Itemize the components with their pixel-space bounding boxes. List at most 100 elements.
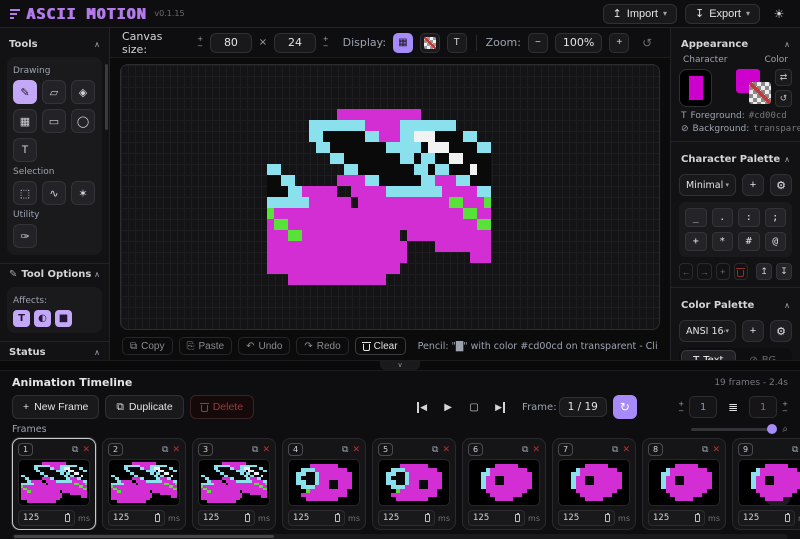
color-palette-select[interactable]: ANSI 16-Col ▾ xyxy=(679,320,736,342)
frame-card[interactable]: 7 ⧉ ✕ 125 ms xyxy=(552,438,636,530)
duplicate-frame-icon-button[interactable]: ⧉ xyxy=(612,444,618,455)
frame-card[interactable]: 3 ⧉ ✕ 125 ms xyxy=(192,438,276,530)
zoom-in-button[interactable]: + xyxy=(609,33,629,53)
duplicate-frame-icon-button[interactable]: ⧉ xyxy=(792,444,798,455)
palette-delete-char-button[interactable] xyxy=(734,263,748,280)
add-color-palette-button[interactable]: + xyxy=(742,320,764,342)
onion-next-stepper[interactable]: +− xyxy=(782,401,788,414)
color-palette-section-header[interactable]: Color Palette ∧ xyxy=(679,295,792,316)
character-preview[interactable] xyxy=(679,69,712,107)
delete-frame-icon-button[interactable]: ✕ xyxy=(262,444,270,455)
add-character-palette-button[interactable]: + xyxy=(742,174,764,196)
gradient-tool-button[interactable]: ▦ xyxy=(13,109,37,133)
affects-character-badge[interactable]: T xyxy=(13,310,30,327)
rectangle-tool-button[interactable]: ▭ xyxy=(42,109,66,133)
tools-section-header[interactable]: Tools ∧ xyxy=(7,34,102,55)
eraser-tool-button[interactable]: ▱ xyxy=(42,80,66,104)
character-button[interactable]: # xyxy=(738,232,760,251)
theme-toggle-button[interactable]: ☀ xyxy=(768,4,790,24)
frame-card[interactable]: 6 ⧉ ✕ 125 ms xyxy=(462,438,546,530)
duplicate-frame-button[interactable]: ⧉ Duplicate xyxy=(105,395,183,419)
canvas-width-input[interactable]: 80 xyxy=(210,33,252,53)
width-stepper[interactable]: +− xyxy=(197,36,203,49)
sidebar-scrollbar[interactable] xyxy=(105,64,108,130)
reset-colors-button[interactable]: ↺ xyxy=(775,90,792,107)
stop-button[interactable]: ▢ xyxy=(462,395,486,419)
frame-card[interactable]: 8 ⧉ ✕ 125 ms xyxy=(642,438,726,530)
delete-frame-icon-button[interactable]: ✕ xyxy=(532,444,540,455)
character-button[interactable]: _ xyxy=(685,208,707,227)
drawing-canvas[interactable] xyxy=(120,64,660,330)
frame-card[interactable]: 5 ⧉ ✕ 125 ms xyxy=(372,438,456,530)
frame-duration-input[interactable]: 125 xyxy=(558,510,615,526)
plus-icon[interactable]: + xyxy=(678,401,684,407)
frames-scrollbar-thumb[interactable] xyxy=(14,535,274,538)
duplicate-frame-icon-button[interactable]: ⧉ xyxy=(432,444,438,455)
character-palette-settings-button[interactable]: ⚙ xyxy=(770,174,792,196)
pencil-tool-button[interactable]: ✎ xyxy=(13,80,37,104)
frame-card[interactable]: 9 ⧉ ✕ 125 ms xyxy=(732,438,800,530)
text-display-toggle[interactable]: T xyxy=(447,33,467,53)
frame-duration-input[interactable]: 125 xyxy=(108,510,165,526)
play-button[interactable]: ▶ xyxy=(436,395,460,419)
ellipse-tool-button[interactable]: ◯ xyxy=(71,109,95,133)
frame-duration-input[interactable]: 125 xyxy=(648,510,705,526)
zoom-reset-button[interactable]: ↺ xyxy=(636,33,658,53)
minus-icon[interactable]: − xyxy=(197,43,203,49)
palette-add-char-button[interactable]: + xyxy=(716,263,730,280)
collapse-timeline-handle[interactable]: ∨ xyxy=(380,361,420,370)
palette-prev-button[interactable]: ← xyxy=(679,263,693,280)
duplicate-frame-icon-button[interactable]: ⧉ xyxy=(72,444,78,455)
copy-button[interactable]: ⧉Copy xyxy=(122,337,173,355)
frame-duration-input[interactable]: 125 xyxy=(18,510,75,526)
character-button[interactable]: : xyxy=(738,208,760,227)
loop-playback-button[interactable]: ↻ xyxy=(613,395,637,419)
delete-frame-icon-button[interactable]: ✕ xyxy=(172,444,180,455)
canvas-height-input[interactable]: 24 xyxy=(274,33,316,53)
frame-card[interactable]: 1 ⧉ ✕ 125 ms xyxy=(12,438,96,530)
frame-duration-input[interactable]: 125 xyxy=(378,510,435,526)
duplicate-frame-icon-button[interactable]: ⧉ xyxy=(252,444,258,455)
text-color-tab[interactable]: T Text xyxy=(681,350,736,360)
character-palette-select[interactable]: Minimal ASC ▾ xyxy=(679,174,736,196)
delete-frame-icon-button[interactable]: ✕ xyxy=(712,444,720,455)
slider-thumb[interactable] xyxy=(767,424,777,434)
duplicate-frame-icon-button[interactable]: ⧉ xyxy=(522,444,528,455)
color-palette-settings-button[interactable]: ⚙ xyxy=(770,320,792,342)
palette-next-button[interactable]: → xyxy=(697,263,711,280)
onion-skin-toggle-button[interactable]: ≣ xyxy=(722,396,744,418)
duplicate-frame-icon-button[interactable]: ⧉ xyxy=(342,444,348,455)
fill-tool-button[interactable]: ◈ xyxy=(71,80,95,104)
delete-frame-button[interactable]: Delete xyxy=(190,395,254,419)
skip-to-start-button[interactable]: ◀ xyxy=(410,395,434,419)
delete-frame-icon-button[interactable]: ✕ xyxy=(352,444,360,455)
minus-icon[interactable]: − xyxy=(678,408,684,414)
plus-icon[interactable]: + xyxy=(782,401,788,407)
character-button[interactable]: ; xyxy=(765,208,787,227)
palette-export-button[interactable]: ↥ xyxy=(756,263,772,280)
rect-select-tool-button[interactable]: ⬚ xyxy=(13,181,37,205)
bg-color-tab[interactable]: ⊘ BG xyxy=(736,350,791,360)
new-frame-button[interactable]: + New Frame xyxy=(12,395,99,419)
character-button[interactable]: @ xyxy=(765,232,787,251)
redo-button[interactable]: ↷Redo xyxy=(296,337,348,355)
paste-button[interactable]: ⎘Paste xyxy=(179,337,233,355)
character-palette-section-header[interactable]: Character Palette ∧ xyxy=(679,149,792,170)
character-button[interactable]: + xyxy=(685,232,707,251)
text-tool-button[interactable]: T xyxy=(13,138,37,162)
background-color-swatch[interactable] xyxy=(749,82,771,104)
export-button[interactable]: ↧ Export ▾ xyxy=(685,4,760,24)
clear-button[interactable]: Clear xyxy=(355,337,406,355)
frame-duration-input[interactable]: 125 xyxy=(738,510,795,526)
eyedropper-tool-button[interactable]: ✑ xyxy=(13,224,37,248)
swap-colors-button[interactable]: ⇄ xyxy=(775,69,792,86)
height-stepper[interactable]: +− xyxy=(323,36,329,49)
appearance-section-header[interactable]: Appearance ∧ xyxy=(679,34,792,55)
zoom-out-button[interactable]: − xyxy=(528,33,548,53)
tool-options-section-header[interactable]: ✎ Tool Options ∧ xyxy=(7,264,102,285)
slider-track[interactable] xyxy=(691,428,777,431)
affects-background-badge[interactable]: ■ xyxy=(55,310,72,327)
transparency-display-toggle[interactable] xyxy=(420,33,440,53)
minus-icon[interactable]: − xyxy=(323,43,329,49)
delete-frame-icon-button[interactable]: ✕ xyxy=(622,444,630,455)
